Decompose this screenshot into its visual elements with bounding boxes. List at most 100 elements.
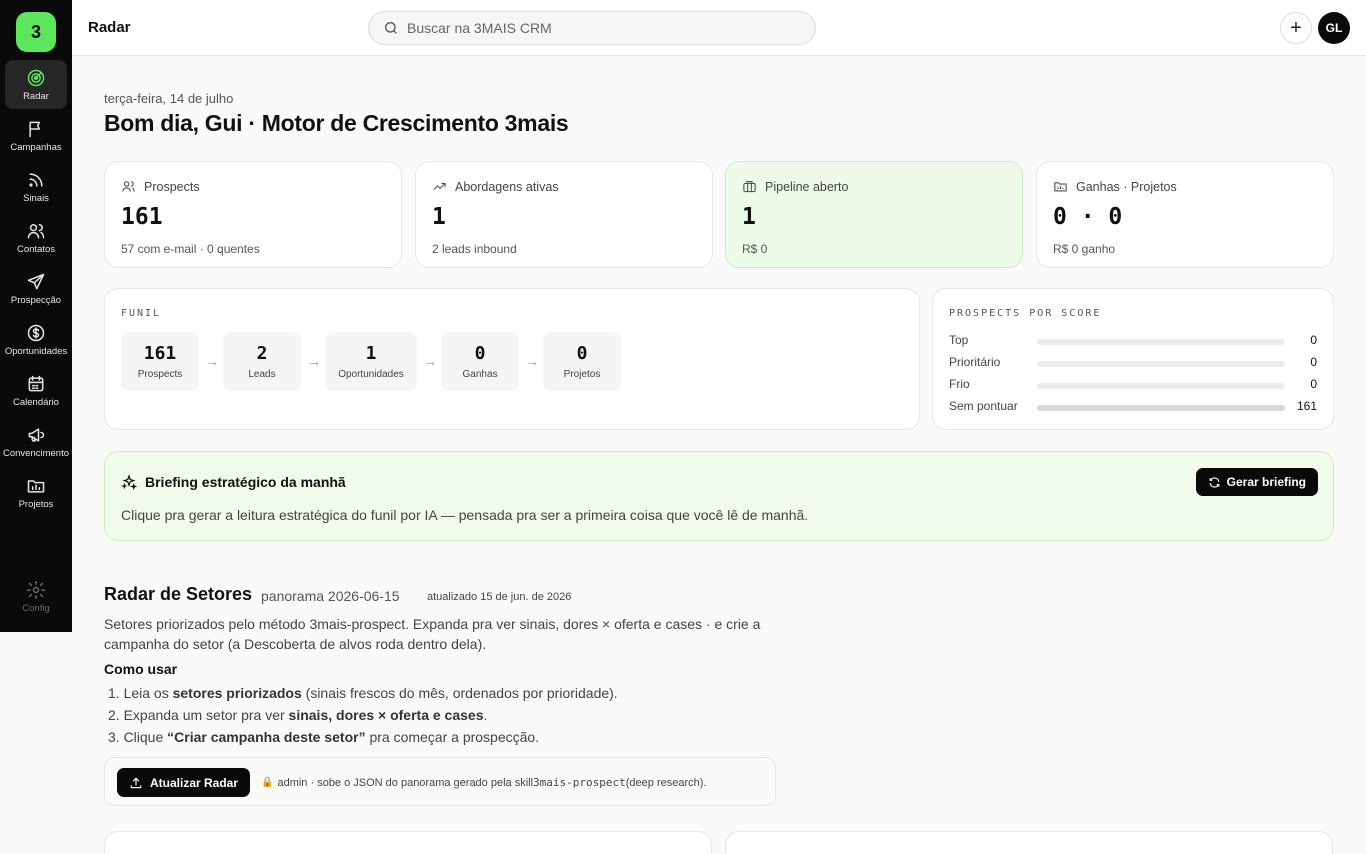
stat-sub: R$ 0 (742, 242, 768, 256)
briefing-body: Clique pra gerar a leitura estratégica d… (121, 507, 809, 523)
update-radar-note: 🔒 admin · sobe o JSON do panorama gerado… (261, 776, 707, 789)
app-logo[interactable]: 3 (16, 12, 56, 52)
megaphone-icon (28, 427, 45, 442)
howto-steps: 1. Leia os setores priorizados (sinais f… (108, 682, 618, 748)
score-row: Sem pontuar 161 (949, 399, 1319, 415)
sidebar-item-label: Calendário (13, 396, 59, 408)
users-icon (122, 181, 135, 192)
sidebar-item-prospeccao[interactable]: Prospecção (5, 264, 67, 313)
score-row-value: 0 (1310, 355, 1317, 369)
score-row-label: Sem pontuar (949, 399, 1018, 413)
briefing-card: Briefing estratégico da manhã Gerar brie… (104, 451, 1334, 541)
score-bar-fill (1037, 405, 1285, 411)
update-radar-box: Atualizar Radar 🔒 admin · sobe o JSON do… (104, 757, 776, 806)
sidebar-item-label: Radar (23, 90, 49, 102)
funnel-label: FUNIL (121, 308, 162, 319)
funnel-step-oportunidades[interactable]: 1 Oportunidades (325, 332, 417, 391)
stat-value: 1 (432, 204, 446, 230)
sidebar-item-radar[interactable]: Radar (5, 60, 67, 109)
stat-card-ganhas[interactable]: Ganhas · Projetos 0 · 0 R$ 0 ganho (1036, 161, 1334, 268)
sector-card[interactable] (725, 831, 1333, 854)
sparkles-icon (121, 474, 137, 490)
add-button[interactable]: + (1280, 12, 1312, 44)
stat-sub: 57 com e-mail · 0 quentes (121, 242, 260, 256)
sidebar-item-config[interactable]: Config (5, 572, 67, 621)
flag-icon (29, 121, 41, 137)
briefcase-icon (743, 180, 756, 193)
send-icon (27, 273, 45, 289)
score-bar (1037, 361, 1285, 367)
folder-icon (1054, 182, 1067, 192)
stat-label: Prospects (144, 179, 200, 194)
sidebar-item-label: Projetos (18, 498, 54, 510)
howto-title: Como usar (104, 661, 178, 677)
stat-label: Abordagens ativas (455, 179, 559, 194)
sidebar-item-campanhas[interactable]: Campanhas (5, 111, 67, 160)
topbar: Radar + GL (72, 0, 1366, 56)
users-icon (27, 223, 45, 238)
score-row-label: Frio (949, 377, 970, 391)
funnel-step-leads[interactable]: 2 Leads (223, 332, 301, 391)
funnel-step-label: Leads (248, 369, 276, 380)
sidebar-item-label: Config (22, 602, 50, 614)
avatar[interactable]: GL (1318, 12, 1350, 44)
sidebar-item-oportunidades[interactable]: Oportunidades (5, 315, 67, 364)
sidebar-item-label: Convencimento (3, 447, 70, 459)
sidebar-item-calendario[interactable]: Calendário (5, 366, 67, 415)
stat-value: 1 (742, 204, 756, 230)
sidebar-item-label: Campanhas (10, 141, 62, 153)
stat-label: Pipeline aberto (765, 179, 849, 194)
stat-sub: 2 leads inbound (432, 242, 517, 256)
arrow-right-icon: → (307, 353, 321, 369)
calendar-icon (28, 375, 44, 391)
stat-label: Ganhas · Projetos (1076, 179, 1177, 194)
stat-card-pipeline[interactable]: Pipeline aberto 1 R$ 0 (725, 161, 1023, 268)
update-radar-button[interactable]: Atualizar Radar (117, 768, 251, 797)
sidebar-item-label: Oportunidades (4, 345, 68, 357)
funnel-step-label: Projetos (563, 369, 601, 380)
search-icon (385, 22, 397, 34)
sidebar-item-projetos[interactable]: Projetos (5, 468, 67, 517)
sector-card[interactable] (104, 831, 712, 854)
briefing-title: Briefing estratégico da manhã (145, 474, 346, 490)
stat-card-abordagens[interactable]: Abordagens ativas 1 2 leads inbound (415, 161, 713, 268)
generate-briefing-label: Gerar briefing (1226, 475, 1306, 489)
radar-panorama: panorama 2026-06-15 (261, 588, 400, 604)
stat-sub: R$ 0 ganho (1053, 242, 1116, 256)
sidebar-item-contatos[interactable]: Contatos (5, 213, 67, 262)
search-box[interactable] (368, 11, 816, 45)
skill-code: 3mais-prospect (533, 776, 626, 789)
rss-icon (29, 172, 43, 187)
sidebar-item-sinais[interactable]: Sinais (5, 162, 67, 211)
stat-value: 0 · 0 (1053, 204, 1123, 230)
funnel-step-prospects[interactable]: 161 Prospects (121, 332, 199, 391)
arrow-right-icon: → (525, 353, 539, 369)
upload-icon (130, 777, 142, 788)
sidebar-item-label: Sinais (23, 192, 49, 204)
score-bar (1037, 339, 1285, 345)
refresh-icon (1209, 476, 1220, 488)
score-row-value: 0 (1310, 377, 1317, 391)
score-card: PROSPECTS POR SCORE Top 0 Prioritário 0 … (932, 288, 1334, 430)
funnel-step-ganhas[interactable]: 0 Ganhas (441, 332, 519, 391)
lock-icon: 🔒 (261, 777, 274, 788)
funnel-step-value: 0 (474, 343, 486, 364)
funnel-step-value: 1 (365, 343, 377, 364)
trending-up-icon (433, 182, 446, 191)
search-input[interactable] (407, 20, 787, 36)
update-radar-label: Atualizar Radar (150, 775, 239, 790)
howto-step: 3. Clique “Criar campanha deste setor” p… (108, 729, 540, 745)
generate-briefing-button[interactable]: Gerar briefing (1195, 468, 1318, 496)
score-bar (1037, 405, 1285, 411)
main-content: terça-feira, 14 de julho Bom dia, Gui · … (72, 56, 1366, 854)
folder-chart-icon (27, 479, 45, 493)
sidebar-item-convencimento[interactable]: Convencimento (3, 417, 70, 466)
current-date: terça-feira, 14 de julho (104, 91, 234, 106)
radar-section-title: Radar de Setores (104, 584, 253, 604)
arrow-right-icon: → (423, 353, 437, 369)
sidebar-item-label: Prospecção (10, 294, 62, 306)
funnel-step-projetos[interactable]: 0 Projetos (543, 332, 621, 391)
score-bar (1037, 383, 1285, 389)
stat-card-prospects[interactable]: Prospects 161 57 com e-mail · 0 quentes (104, 161, 402, 268)
score-row: Prioritário 0 (949, 355, 1319, 371)
